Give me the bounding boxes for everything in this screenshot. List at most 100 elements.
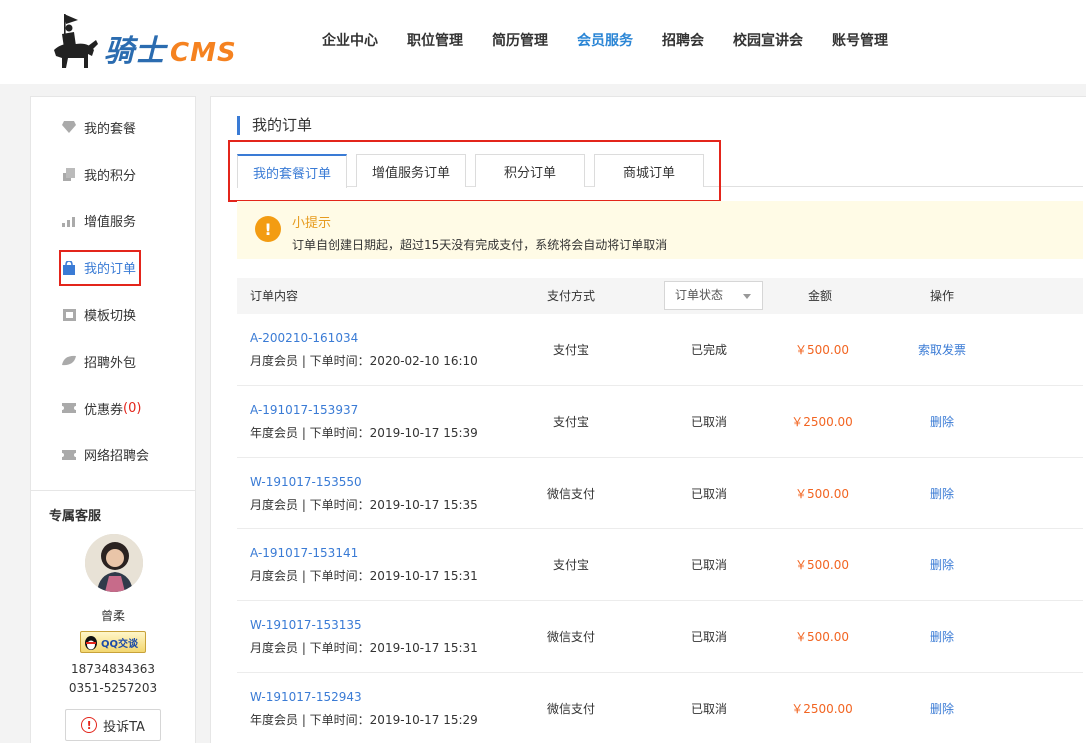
nav-campus-talk[interactable]: 校园宣讲会 — [733, 30, 803, 50]
order-list: A-200210-161034 月度会员 | 下单时间：2020-02-10 1… — [237, 314, 1083, 743]
tip-text: 订单自创建日期起，超过15天没有完成支付，系统将会自动将订单取消 — [292, 238, 668, 252]
order-amount: ￥2500.00 — [791, 414, 853, 429]
top-header: 骑士 CMS 企业中心 职位管理 简历管理 会员服务 招聘会 校园宣讲会 账号管理 — [0, 0, 1086, 84]
sidebar-item-outsourcing[interactable]: 招聘外包 — [31, 338, 195, 385]
order-number-link[interactable]: A-191017-153937 — [250, 403, 358, 417]
order-amount: ￥500.00 — [795, 558, 849, 573]
qq-chat-button[interactable]: QQ交谈 — [80, 631, 146, 653]
chevron-down-icon — [743, 294, 751, 299]
order-status: 已完成 — [690, 343, 727, 357]
header-pay: 支付方式 — [547, 289, 596, 303]
order-description: 月度会员 | 下单时间：2020-02-10 16:10 — [250, 354, 478, 368]
order-status: 已取消 — [690, 630, 727, 645]
header-action: 操作 — [930, 289, 955, 303]
header-amount: 金额 — [808, 289, 833, 303]
order-description: 月度会员 | 下单时间：2019-10-17 15:35 — [250, 497, 478, 512]
logo[interactable]: 骑士 CMS — [48, 12, 238, 74]
logo-text: 骑士 CMS — [104, 34, 237, 69]
status-filter-select[interactable]: 订单状态 — [664, 281, 763, 310]
customer-service-title: 专属客服 — [49, 509, 102, 524]
order-pay-method: 微信支付 — [546, 630, 595, 645]
nav-member-service[interactable]: 会员服务 — [577, 30, 633, 50]
tip-box: ! 小提示 订单自创建日期起，超过15天没有完成支付，系统将会自动将订单取消 — [237, 201, 1083, 259]
order-status: 已取消 — [690, 558, 727, 573]
sidebar-item-label: 网络招聘会 — [84, 449, 150, 465]
status-filter-label: 订单状态 — [675, 288, 724, 302]
customer-service-phone: 0351-5257203 — [68, 681, 158, 695]
order-pay-method: 微信支付 — [546, 486, 595, 501]
sidebar-item-label: 增值服务 — [84, 215, 137, 231]
order-status: 已取消 — [690, 486, 727, 501]
sidebar-item-my-points[interactable]: 我的积分 — [31, 151, 195, 198]
tabs-highlight — [228, 140, 721, 202]
knight-logo-icon — [54, 14, 98, 68]
order-status: 已取消 — [690, 701, 727, 716]
order-number-link[interactable]: W-191017-152943 — [250, 690, 362, 704]
order-amount: ￥500.00 — [795, 630, 849, 645]
nav-account-management[interactable]: 账号管理 — [832, 30, 888, 50]
page-title: 我的订单 — [237, 116, 312, 135]
delete-order-link[interactable]: 删除 — [897, 628, 987, 645]
delete-order-link[interactable]: 删除 — [897, 413, 987, 430]
sidebar-item-template-switch[interactable]: 模板切换 — [31, 291, 195, 338]
sidebar-item-label: 我的积分 — [84, 168, 137, 184]
nav-job-management[interactable]: 职位管理 — [407, 30, 463, 50]
sidebar-item-coupons[interactable]: 优惠券 (0) — [31, 385, 195, 432]
order-number-link[interactable]: A-200210-161034 — [250, 331, 358, 345]
order-description: 月度会员 | 下单时间：2019-10-17 15:31 — [250, 641, 478, 656]
order-amount: ￥500.00 — [795, 343, 849, 357]
order-description: 年度会员 | 下单时间：2019-10-17 15:39 — [250, 425, 478, 440]
complain-button[interactable]: ! 投诉TA — [65, 709, 161, 741]
template-icon — [62, 308, 76, 322]
order-status: 已取消 — [690, 414, 727, 429]
complain-label: 投诉TA — [103, 719, 145, 735]
sidebar-item-my-orders[interactable]: 我的订单 — [31, 244, 195, 291]
sidebar-item-label: 优惠券 — [84, 402, 124, 418]
diamond-icon — [62, 120, 76, 134]
order-number-link[interactable]: A-191017-153141 — [250, 546, 358, 560]
coupon-count: (0) — [123, 400, 142, 416]
main-content: 我的订单 我的套餐订单 增值服务订单 积分订单 商城订单 ! 小提示 订单自创建… — [210, 96, 1086, 743]
order-number-link[interactable]: W-191017-153550 — [250, 475, 362, 489]
coins-icon — [62, 167, 76, 182]
sidebar-item-label: 模板切换 — [84, 309, 137, 325]
table-row: W-191017-152943 年度会员 | 下单时间：2019-10-17 1… — [237, 673, 1083, 743]
sidebar-item-label: 招聘外包 — [84, 355, 137, 371]
sidebar-item-online-job-fair[interactable]: 网络招聘会 — [31, 432, 195, 479]
table-row: A-191017-153937 年度会员 | 下单时间：2019-10-17 1… — [237, 386, 1083, 458]
request-invoice-link[interactable]: 索取发票 — [897, 341, 987, 358]
ticket-icon — [62, 448, 76, 462]
order-pay-method: 支付宝 — [552, 414, 589, 429]
delete-order-link[interactable]: 删除 — [897, 485, 987, 502]
leaf-icon — [62, 354, 76, 368]
chart-icon — [62, 214, 76, 228]
selection-highlight — [59, 250, 141, 287]
nav-enterprise-center[interactable]: 企业中心 — [322, 30, 378, 50]
order-pay-method: 微信支付 — [546, 701, 595, 716]
nav-resume-management[interactable]: 简历管理 — [492, 30, 548, 50]
order-number-link[interactable]: W-191017-153135 — [250, 618, 362, 632]
sidebar-item-my-package[interactable]: 我的套餐 — [31, 104, 195, 151]
header-content: 订单内容 — [250, 289, 299, 303]
order-amount: ￥2500.00 — [791, 701, 853, 716]
ticket-icon — [62, 401, 76, 415]
sidebar-menu: 我的套餐 我的积分 增值服务 我的订单 模板切换 招聘外包 优惠券 (0) 网络… — [31, 97, 195, 478]
warning-icon: ! — [81, 717, 98, 733]
order-amount: ￥500.00 — [795, 486, 849, 501]
sidebar-item-label: 我的套餐 — [84, 121, 137, 137]
main-nav: 企业中心 职位管理 简历管理 会员服务 招聘会 校园宣讲会 账号管理 — [322, 30, 917, 50]
table-row: A-200210-161034 月度会员 | 下单时间：2020-02-10 1… — [237, 314, 1083, 386]
delete-order-link[interactable]: 删除 — [897, 556, 987, 573]
nav-job-fair[interactable]: 招聘会 — [662, 30, 704, 50]
table-row: A-191017-153141 月度会员 | 下单时间：2019-10-17 1… — [237, 529, 1083, 602]
sidebar-item-value-added[interactable]: 增值服务 — [31, 198, 195, 245]
customer-service-mobile: 18734834363 — [71, 662, 155, 676]
qq-penguin-icon — [85, 636, 97, 650]
avatar — [85, 534, 143, 592]
table-row: W-191017-153135 月度会员 | 下单时间：2019-10-17 1… — [237, 601, 1083, 673]
table-row: W-191017-153550 月度会员 | 下单时间：2019-10-17 1… — [237, 458, 1083, 530]
delete-order-link[interactable]: 删除 — [897, 700, 987, 717]
qq-chat-label: QQ交谈 — [101, 638, 139, 650]
exclamation-icon: ! — [255, 216, 281, 242]
order-pay-method: 支付宝 — [552, 343, 589, 357]
